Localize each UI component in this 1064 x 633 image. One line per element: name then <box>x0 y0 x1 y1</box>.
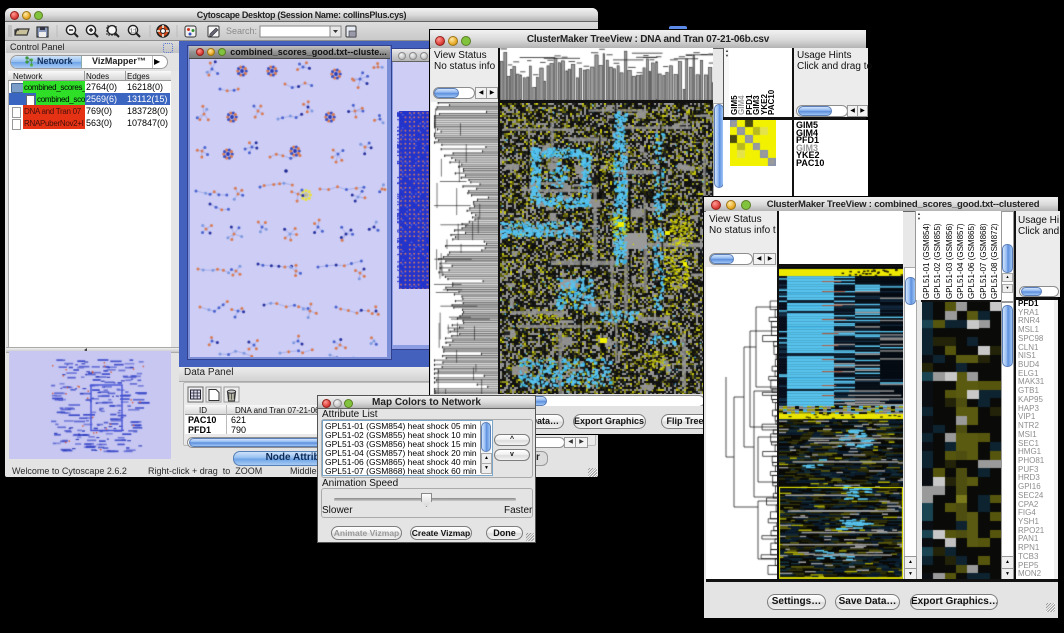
svg-text:Search:: Search: <box>226 26 257 36</box>
svg-text:1:1: 1:1 <box>130 29 137 35</box>
